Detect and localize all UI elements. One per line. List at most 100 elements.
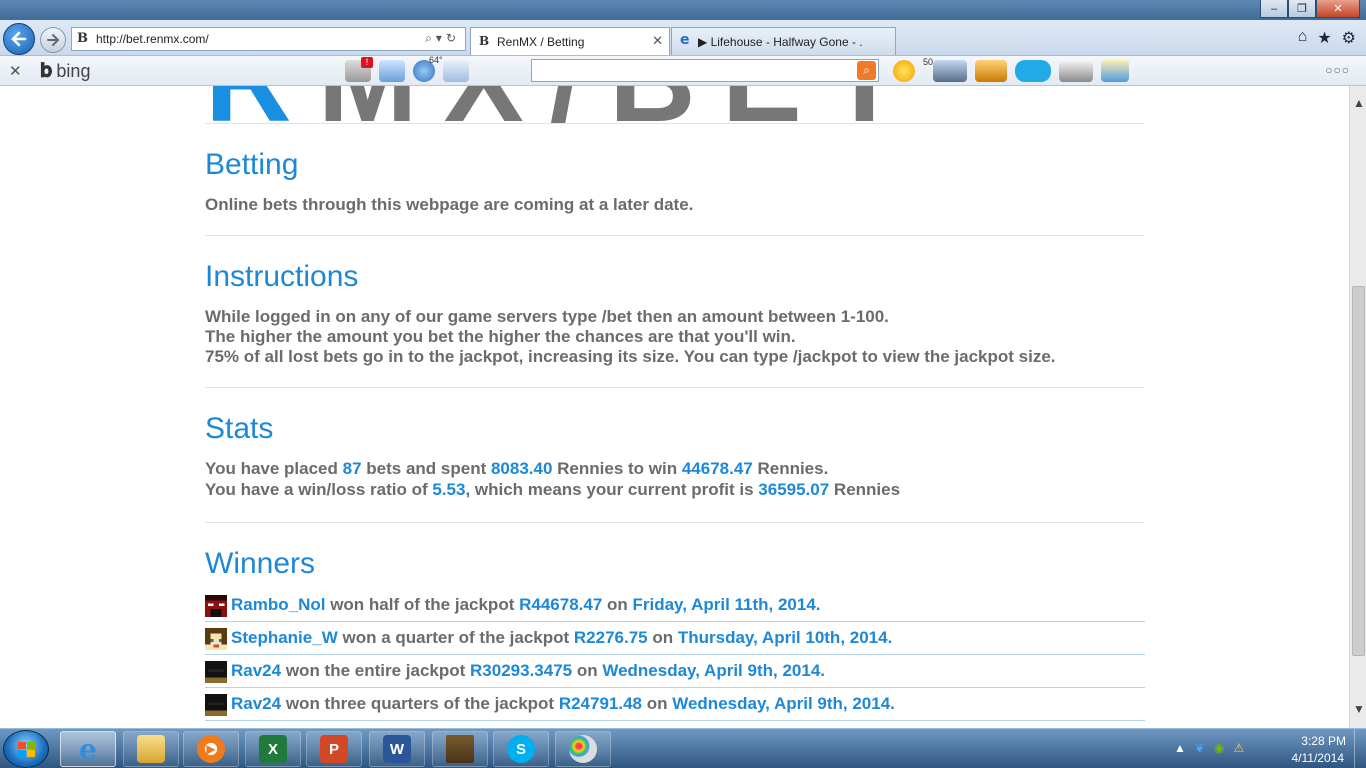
winner-name-link[interactable]: Stephanie_W [231, 628, 338, 647]
maps-icon[interactable] [379, 60, 405, 82]
taskbar-file-explorer[interactable] [123, 731, 179, 767]
site-logo-cut-off: RMX/BET [205, 86, 927, 140]
skype-icon[interactable] [1015, 60, 1051, 82]
weather-icon[interactable]: 64° [413, 55, 443, 82]
instructions-line-3: 75% of all lost bets go in to the jackpo… [205, 347, 1056, 366]
scroll-down-icon[interactable]: ▼ [1353, 702, 1365, 716]
bets-count: 87 [342, 459, 362, 478]
player-avatar-icon [205, 595, 227, 617]
settings-gear-icon[interactable]: ⚙ [1342, 28, 1356, 48]
winner-row: Stephanie_W won a quarter of the jackpot… [205, 622, 1145, 655]
winner-name-link[interactable]: Rav24 [231, 661, 281, 680]
mail-icon[interactable] [443, 60, 469, 82]
tab-lifehouse[interactable]: e ▶ Lifehouse - Halfway Gone - ... [671, 27, 896, 55]
taskbar-paint[interactable] [555, 731, 611, 767]
taskbar-word[interactable]: W [369, 731, 425, 767]
vertical-scrollbar[interactable]: ▲ ▼ [1349, 86, 1366, 728]
games-icon[interactable] [975, 60, 1007, 82]
bing-toolbar: ✕ 𝐛 bing ! 64° ⌕ 50 ○○○ [0, 55, 1366, 86]
show-hidden-icons-icon[interactable]: ▲ [1174, 741, 1186, 755]
taskbar-excel[interactable]: X [245, 731, 301, 767]
winner-on: on [602, 595, 633, 614]
spent-amount: 8083.40 [490, 459, 553, 478]
forward-button[interactable] [40, 27, 66, 53]
tray-icons: ▲ ❦ ◉ ⚠ [1174, 741, 1244, 755]
winner-desc: won three quarters of the jackpot [281, 694, 559, 713]
bing-logo[interactable]: 𝐛 bing [40, 60, 90, 83]
antivirus-icon[interactable]: ❦ [1195, 741, 1205, 755]
taskbar-minecraft[interactable] [432, 731, 488, 767]
system-tray: ▲ ❦ ◉ ⚠ 3:28 PM 4/11/2014 [1166, 729, 1366, 768]
badge-count: 50 [923, 57, 934, 67]
toolbar-more-icon[interactable]: ○○○ [1325, 63, 1350, 77]
winner-name-link[interactable]: Rav24 [231, 694, 281, 713]
address-url[interactable]: http://bet.renmx.com/ [96, 32, 209, 46]
search-icon[interactable]: ⌕ [425, 31, 436, 45]
refresh-icon[interactable]: ↻ [446, 31, 460, 45]
divider [205, 387, 1144, 388]
nvidia-icon[interactable]: ◉ [1214, 741, 1224, 755]
winner-date: Friday, April 11th, 2014. [632, 595, 821, 614]
winner-name-link[interactable]: Rambo_Nol [231, 595, 325, 614]
scroll-up-icon[interactable]: ▲ [1353, 96, 1365, 110]
news-alert-icon[interactable]: ! [345, 57, 373, 82]
winner-on: on [642, 694, 673, 713]
stats-text: You have placed [205, 459, 343, 478]
divider [205, 522, 1144, 523]
dropdown-icon[interactable]: ▾ [436, 31, 446, 45]
winner-date: Wednesday, April 9th, 2014. [672, 694, 895, 713]
winner-row: Rav24 won three quarters of the jackpot … [205, 688, 1145, 721]
won-amount: 44678.47 [681, 459, 753, 478]
video-icon[interactable] [933, 60, 967, 82]
stats-line-2: You have a win/loss ratio of 5.53, which… [205, 480, 900, 500]
winner-desc: won the entire jackpot [281, 661, 471, 680]
close-window-button[interactable]: ✕ [1316, 0, 1360, 18]
taskbar-media-player[interactable]: ▶ [183, 731, 239, 767]
search-go-icon[interactable]: ⌕ [857, 61, 876, 80]
winner-amount: R2276.75 [573, 628, 648, 647]
bing-mark-icon: 𝐛 [40, 60, 53, 82]
scroll-thumb[interactable] [1352, 286, 1365, 656]
winner-text: Rav24 won the entire jackpot R30293.3475… [231, 661, 825, 681]
forward-arrow-icon [47, 34, 60, 46]
stats-text: Rennies to win [552, 459, 682, 478]
winner-amount: R30293.3475 [470, 661, 573, 680]
warning-icon[interactable]: ⚠ [1233, 741, 1244, 755]
favorites-star-icon[interactable]: ★ [1317, 28, 1331, 48]
tab-renmx-betting[interactable]: B RenMX / Betting ✕ [470, 27, 670, 55]
clock-time[interactable]: 3:28 PM [1301, 734, 1346, 748]
winner-text: Rambo_Nol won half of the jackpot R44678… [231, 595, 821, 615]
weather-temp: 64° [429, 55, 443, 65]
maximize-button[interactable]: ❐ [1288, 0, 1316, 18]
winner-desc: won a quarter of the jackpot [337, 628, 574, 647]
address-bar[interactable]: B http://bet.renmx.com/ ⌕▾↻ [71, 27, 466, 51]
sparkle-icon[interactable] [1101, 60, 1129, 82]
minimize-button[interactable]: – [1260, 0, 1288, 18]
stats-text: Rennies [829, 480, 901, 499]
taskbar-powerpoint[interactable]: P [306, 731, 362, 767]
winner-date: Thursday, April 10th, 2014. [677, 628, 893, 647]
tab-close-icon[interactable]: ✕ [652, 33, 663, 49]
skype-icon: S [507, 735, 535, 763]
window-controls: – ❐ ✕ [1260, 0, 1360, 18]
toolbar-close-icon[interactable]: ✕ [9, 62, 22, 80]
start-button[interactable] [3, 730, 49, 768]
divider [205, 123, 1144, 124]
home-icon[interactable]: ⌂ [1298, 28, 1308, 48]
powerpoint-icon: P [320, 735, 348, 763]
winner-on: on [647, 628, 678, 647]
win-loss-ratio: 5.53 [432, 480, 466, 499]
browser-actions: ⌂ ★ ⚙ [1298, 28, 1356, 48]
winners-title: Winners [205, 547, 316, 580]
betting-text: Online bets through this webpage are com… [205, 195, 694, 214]
taskbar-skype[interactable]: S [493, 731, 549, 767]
sun-icon[interactable]: 50 [893, 57, 933, 82]
toolbar-search-input[interactable]: ⌕ [531, 59, 879, 82]
entertainment-icon[interactable] [1059, 60, 1093, 82]
back-button[interactable] [3, 23, 35, 55]
taskbar-internet-explorer[interactable]: e [60, 731, 116, 767]
show-desktop-button[interactable] [1354, 729, 1366, 768]
toolbar-left-icons: ! 64° [345, 55, 469, 82]
clock-date[interactable]: 4/11/2014 [1292, 751, 1345, 765]
stats-text: bets and spent [361, 459, 491, 478]
